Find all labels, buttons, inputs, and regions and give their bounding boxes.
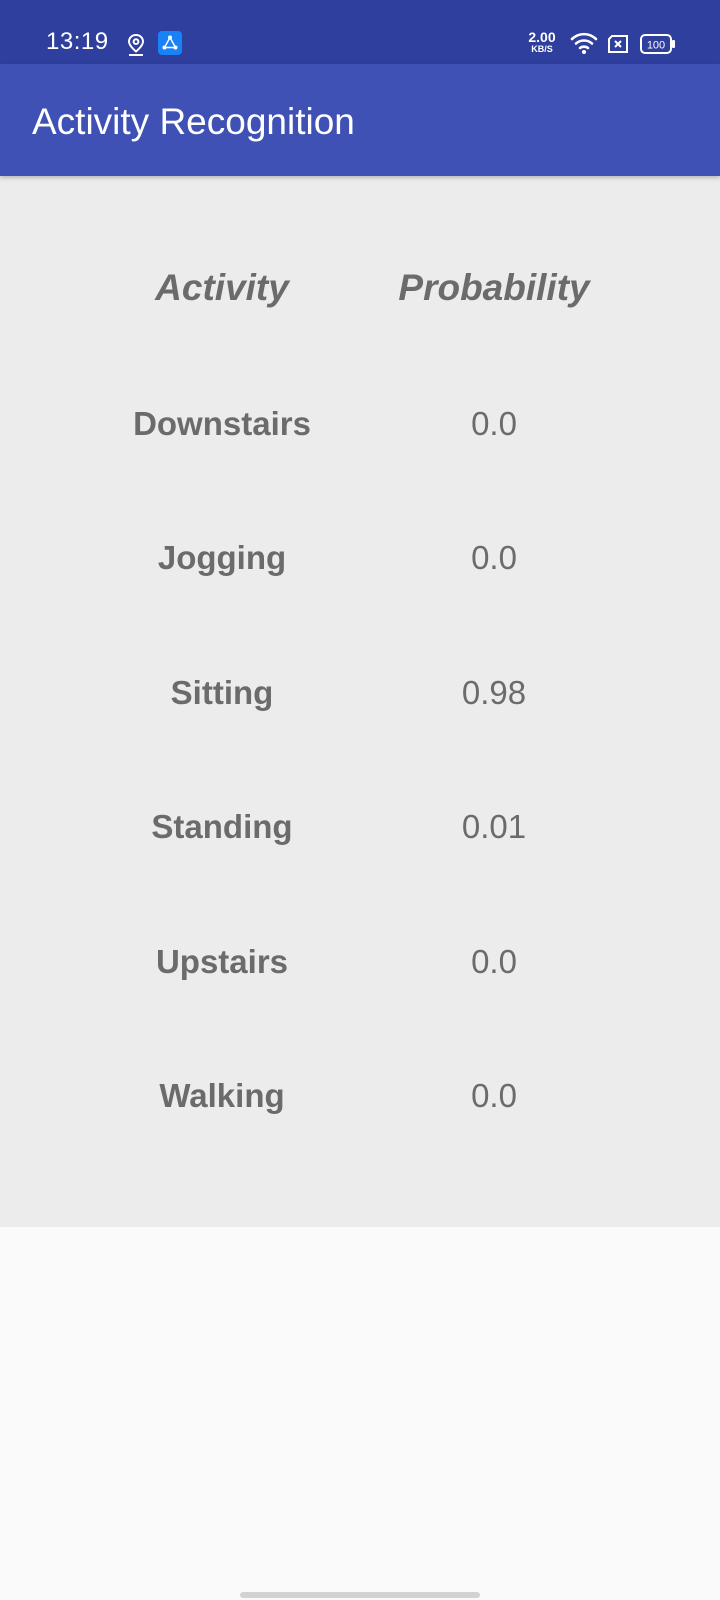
header-activity: Activity	[155, 267, 289, 308]
status-time: 13:19	[46, 28, 109, 55]
activity-name-walking: Walking	[159, 1077, 285, 1114]
gesture-navigation-handle[interactable]	[240, 1592, 480, 1598]
battery-level: 100	[647, 40, 665, 52]
activity-name-downstairs: Downstairs	[133, 405, 311, 442]
probability-downstairs: 0.0	[471, 405, 517, 442]
location-icon	[127, 33, 145, 56]
probability-jogging: 0.0	[471, 539, 517, 576]
activity-name-jogging: Jogging	[157, 539, 287, 576]
app-bar: Activity Recognition	[0, 64, 720, 176]
activity-name-sitting: Sitting	[170, 674, 274, 711]
sim-icon	[608, 35, 628, 53]
page-title: Activity Recognition	[32, 101, 355, 142]
activity-probability-table: Activity Probability Downstairs 0.0 Jogg…	[0, 176, 720, 1227]
app-notification-icon	[158, 31, 182, 55]
network-speed: 2.00 KB/S	[524, 30, 560, 54]
header-probability: Probability	[398, 267, 590, 308]
wifi-icon	[570, 32, 598, 54]
probability-upstairs: 0.0	[471, 943, 517, 980]
status-bar: 13:19 2.00 KB/S 100	[0, 0, 720, 64]
network-speed-unit: KB/S	[531, 44, 553, 54]
probability-sitting: 0.98	[461, 674, 527, 711]
battery-icon: 100	[640, 34, 675, 54]
network-speed-value: 2.00	[528, 29, 556, 45]
activity-name-upstairs: Upstairs	[155, 943, 289, 980]
probability-standing: 0.01	[461, 808, 527, 845]
probability-walking: 0.0	[471, 1077, 517, 1114]
activity-name-standing: Standing	[151, 808, 293, 845]
